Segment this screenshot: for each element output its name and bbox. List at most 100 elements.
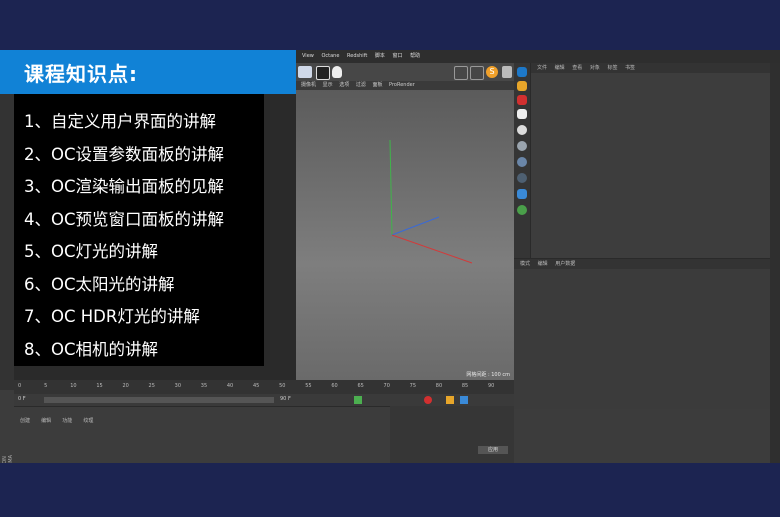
timeline-tick-label: 60 <box>331 383 338 389</box>
timeline-tick-label: 10 <box>70 383 77 389</box>
timeline-tick-label: 15 <box>96 383 103 389</box>
keyframe-button[interactable] <box>446 396 454 404</box>
left-tool-column <box>0 90 14 390</box>
render-settings-icon[interactable] <box>316 66 330 80</box>
axis-y-line <box>389 139 393 236</box>
frame-end-field[interactable]: 90 F <box>280 396 291 402</box>
timeline-tick-label: 35 <box>200 383 208 389</box>
timeline-tick-label: 75 <box>409 383 417 389</box>
workplane-icon[interactable] <box>470 66 484 80</box>
am-menu-edit[interactable]: 编辑 <box>538 261 548 267</box>
material-manager-menu: 创建 编辑 功能 纹理 <box>14 407 390 426</box>
sphere-white-icon[interactable] <box>517 125 527 135</box>
timeline-tick-label: 20 <box>122 383 129 389</box>
object-manager: 文件 编辑 查看 对象 标签 书签 <box>530 63 771 258</box>
menu-script[interactable]: 脚本 <box>375 53 385 59</box>
viewport-menu-prorender[interactable]: ProRender <box>389 82 415 88</box>
sculpt-s-icon[interactable]: S <box>486 66 498 78</box>
mm-menu-function[interactable]: 功能 <box>62 418 72 424</box>
object-manager-menu: 文件 编辑 查看 对象 标签 书签 <box>531 63 771 73</box>
coords-apply-button[interactable]: 应用 <box>478 446 508 454</box>
timeline-tick-label: 65 <box>357 383 364 389</box>
command-icon-bar: S <box>296 63 516 81</box>
knowledge-point-item: 2、OC设置参数面板的讲解 <box>24 144 225 164</box>
sphere-grey-icon[interactable] <box>517 141 527 151</box>
viewport-menu-camera[interactable]: 摄像机 <box>301 82 316 88</box>
knowledge-point-item: 3、OC渲染输出面板的见解 <box>24 177 225 196</box>
3d-viewport[interactable]: 网格间距 : 100 cm <box>296 90 514 380</box>
timeline-tick-label: 0 <box>18 383 22 389</box>
menu-view[interactable]: View <box>302 53 314 59</box>
menu-redshift[interactable]: Redshift <box>347 53 367 59</box>
octane-tool-strip <box>514 63 530 263</box>
axis-gizmo <box>389 139 473 264</box>
record-icon[interactable] <box>517 95 527 105</box>
timeline-tick-label: 30 <box>174 383 182 389</box>
axis-x-line <box>391 234 473 264</box>
frame-range-slider[interactable] <box>44 397 274 403</box>
menu-help[interactable]: 帮助 <box>410 53 420 59</box>
play-button[interactable] <box>354 396 362 404</box>
om-menu-bookmark[interactable]: 书签 <box>625 65 635 71</box>
timeline-tick-label: 45 <box>253 383 260 389</box>
timeline-tick-label: 70 <box>383 383 390 389</box>
axis-z-line <box>391 216 440 236</box>
menu-window[interactable]: 窗口 <box>393 53 403 59</box>
knowledge-point-item: 8、OC相机的讲解 <box>24 339 159 359</box>
settings-blue-icon[interactable] <box>517 189 527 199</box>
course-title: 课程知识点: <box>24 62 138 86</box>
right-tab-column <box>770 63 780 463</box>
transport-bar: 0 F 90 F <box>14 394 514 406</box>
knowledge-point-item: 4、OC预览窗口面板的讲解 <box>24 209 225 229</box>
knowledge-point-item: 5、OC灯光的讲解 <box>24 242 159 261</box>
mm-menu-create[interactable]: 创建 <box>20 418 30 424</box>
viewport-menu-filter[interactable]: 过滤 <box>356 82 366 88</box>
am-menu-mode[interactable]: 模式 <box>520 261 530 267</box>
grid-spacing-readout: 网格间距 : 100 cm <box>466 372 510 378</box>
timeline-tick-label: 40 <box>226 383 234 389</box>
timeline-tick-label: 90 <box>488 383 495 389</box>
screen-icon[interactable] <box>517 109 527 119</box>
timeline-tick-label: 55 <box>305 383 312 389</box>
timeline-tick-label: 85 <box>461 383 469 389</box>
om-menu-edit[interactable]: 编辑 <box>555 65 565 71</box>
timeline-tick-label: 80 <box>435 383 443 389</box>
attribute-manager-menu: 模式 编辑 用户数据 <box>514 259 770 269</box>
mm-menu-edit[interactable]: 编辑 <box>41 418 51 424</box>
viewport-menu-options[interactable]: 选项 <box>339 82 349 88</box>
light-bulb-icon[interactable] <box>332 66 342 78</box>
am-menu-userdata[interactable]: 用户数据 <box>555 261 575 267</box>
attribute-manager: 模式 编辑 用户数据 <box>514 258 770 409</box>
frame-start-field[interactable]: 0 F <box>18 396 26 402</box>
om-menu-tag[interactable]: 标签 <box>607 65 617 71</box>
mm-menu-texture[interactable]: 纹理 <box>83 418 93 424</box>
knowledge-point-item: 1、自定义用户界面的讲解 <box>24 112 216 131</box>
timeline-tick-label: 50 <box>279 383 286 389</box>
om-menu-object[interactable]: 对象 <box>590 65 600 71</box>
timeline-tick-label: 5 <box>44 383 48 389</box>
om-menu-view[interactable]: 查看 <box>572 65 582 71</box>
knowledge-point-list: 1、自定义用户界面的讲解 2、OC设置参数面板的讲解 3、OC渲染输出面板的见解… <box>24 106 224 366</box>
coordinates-manager: 应用 <box>390 406 514 463</box>
knowledge-point-item: 6、OC太阳光的讲解 <box>24 274 175 294</box>
octane-live-viewer-icon[interactable] <box>517 67 527 77</box>
material-manager: 创建 编辑 功能 纹理 <box>14 406 390 463</box>
snap-icon[interactable] <box>454 66 468 80</box>
position-key-button[interactable] <box>460 396 468 404</box>
timeline[interactable]: 0 5 10 15 20 25 30 35 40 45 50 55 60 65 70 75 80 85 90 <box>14 380 514 394</box>
render-view-icon[interactable] <box>298 66 312 78</box>
menu-octane[interactable]: Octane <box>321 53 339 59</box>
viewport-menu-display[interactable]: 显示 <box>323 82 333 88</box>
timeline-ticks: 0 5 10 15 20 25 30 35 40 45 50 55 60 65 70 75 80 85 90 <box>14 383 494 391</box>
om-menu-file[interactable]: 文件 <box>537 65 547 71</box>
sun-icon[interactable] <box>517 81 527 91</box>
sphere-blue-icon[interactable] <box>517 157 527 167</box>
maxon-brand-text: MAXON CINEMA 4D <box>2 455 20 463</box>
viewport-menu-panel[interactable]: 面板 <box>372 82 382 88</box>
knowledge-point-item: 7、OC HDR灯光的讲解 <box>24 307 200 326</box>
record-button[interactable] <box>424 396 432 404</box>
extra-tool-icon[interactable] <box>502 66 512 78</box>
sphere-dark-icon[interactable] <box>517 173 527 183</box>
viewport-menu: 摄像机 显示 选项 过滤 面板 ProRender <box>296 81 516 90</box>
sphere-green-icon[interactable] <box>517 205 527 215</box>
